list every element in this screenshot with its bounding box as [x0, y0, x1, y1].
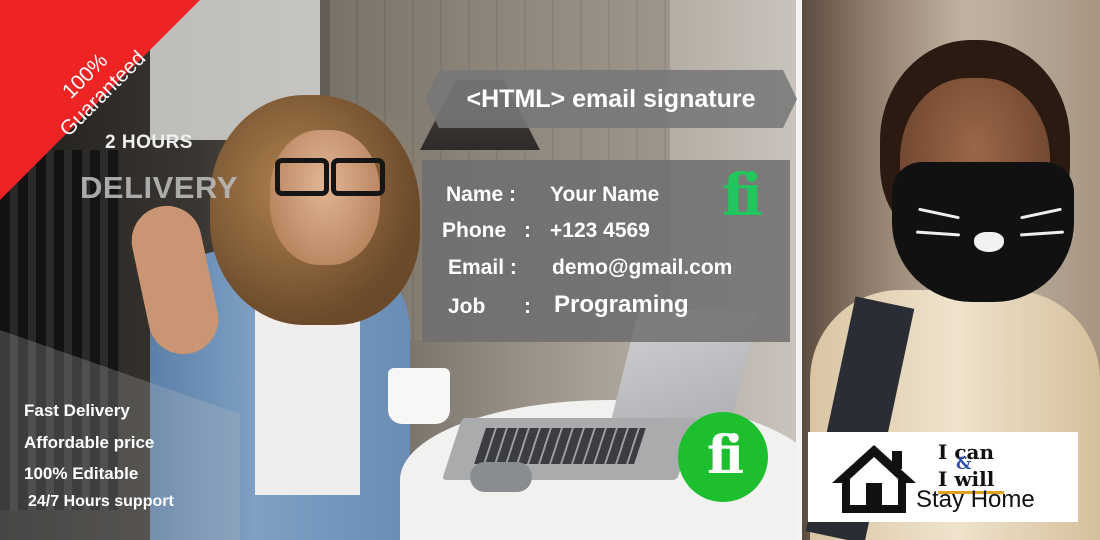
signature-value: +123 4569	[550, 219, 650, 242]
feature-item: 24/7 Hours support	[28, 493, 174, 510]
title-banner: <HTML> email signature	[425, 70, 797, 128]
feature-item: Affordable price	[24, 433, 155, 452]
glasses-icon	[275, 158, 385, 196]
photo-divider	[796, 0, 802, 540]
fiverr-logo-icon: fi	[722, 161, 763, 229]
signature-colon: :	[524, 295, 531, 318]
feature-item: 100% Editable	[24, 464, 139, 483]
signature-colon: :	[524, 219, 531, 242]
house-icon	[832, 445, 916, 513]
page-title: <HTML> email signature	[466, 85, 756, 113]
cat-nose-icon	[974, 232, 1004, 252]
signature-email-link[interactable]: demo@gmail.com	[552, 256, 732, 280]
signature-value: Your Name	[550, 183, 660, 206]
coffee-mug	[388, 368, 450, 424]
banner-canvas: 100% Guaranteed 2 HOURS DELIVERY <HTML> …	[0, 0, 1100, 540]
computer-mouse	[470, 462, 532, 492]
signature-label: Email :	[448, 256, 517, 279]
signature-label: Phone	[442, 219, 507, 242]
signature-label: Job	[448, 295, 486, 318]
delivery-word: DELIVERY	[80, 170, 238, 205]
signature-value: Programing	[554, 291, 689, 318]
delivery-hours: 2 HOURS	[105, 132, 193, 153]
woman-face	[270, 130, 380, 265]
laptop-keyboard	[474, 428, 646, 464]
fiverr-badge-icon[interactable]: fi	[678, 412, 768, 502]
signature-label: Name :	[446, 183, 517, 206]
feature-item: Fast Delivery	[24, 401, 130, 420]
stay-home-caption: Stay Home	[916, 486, 1035, 513]
